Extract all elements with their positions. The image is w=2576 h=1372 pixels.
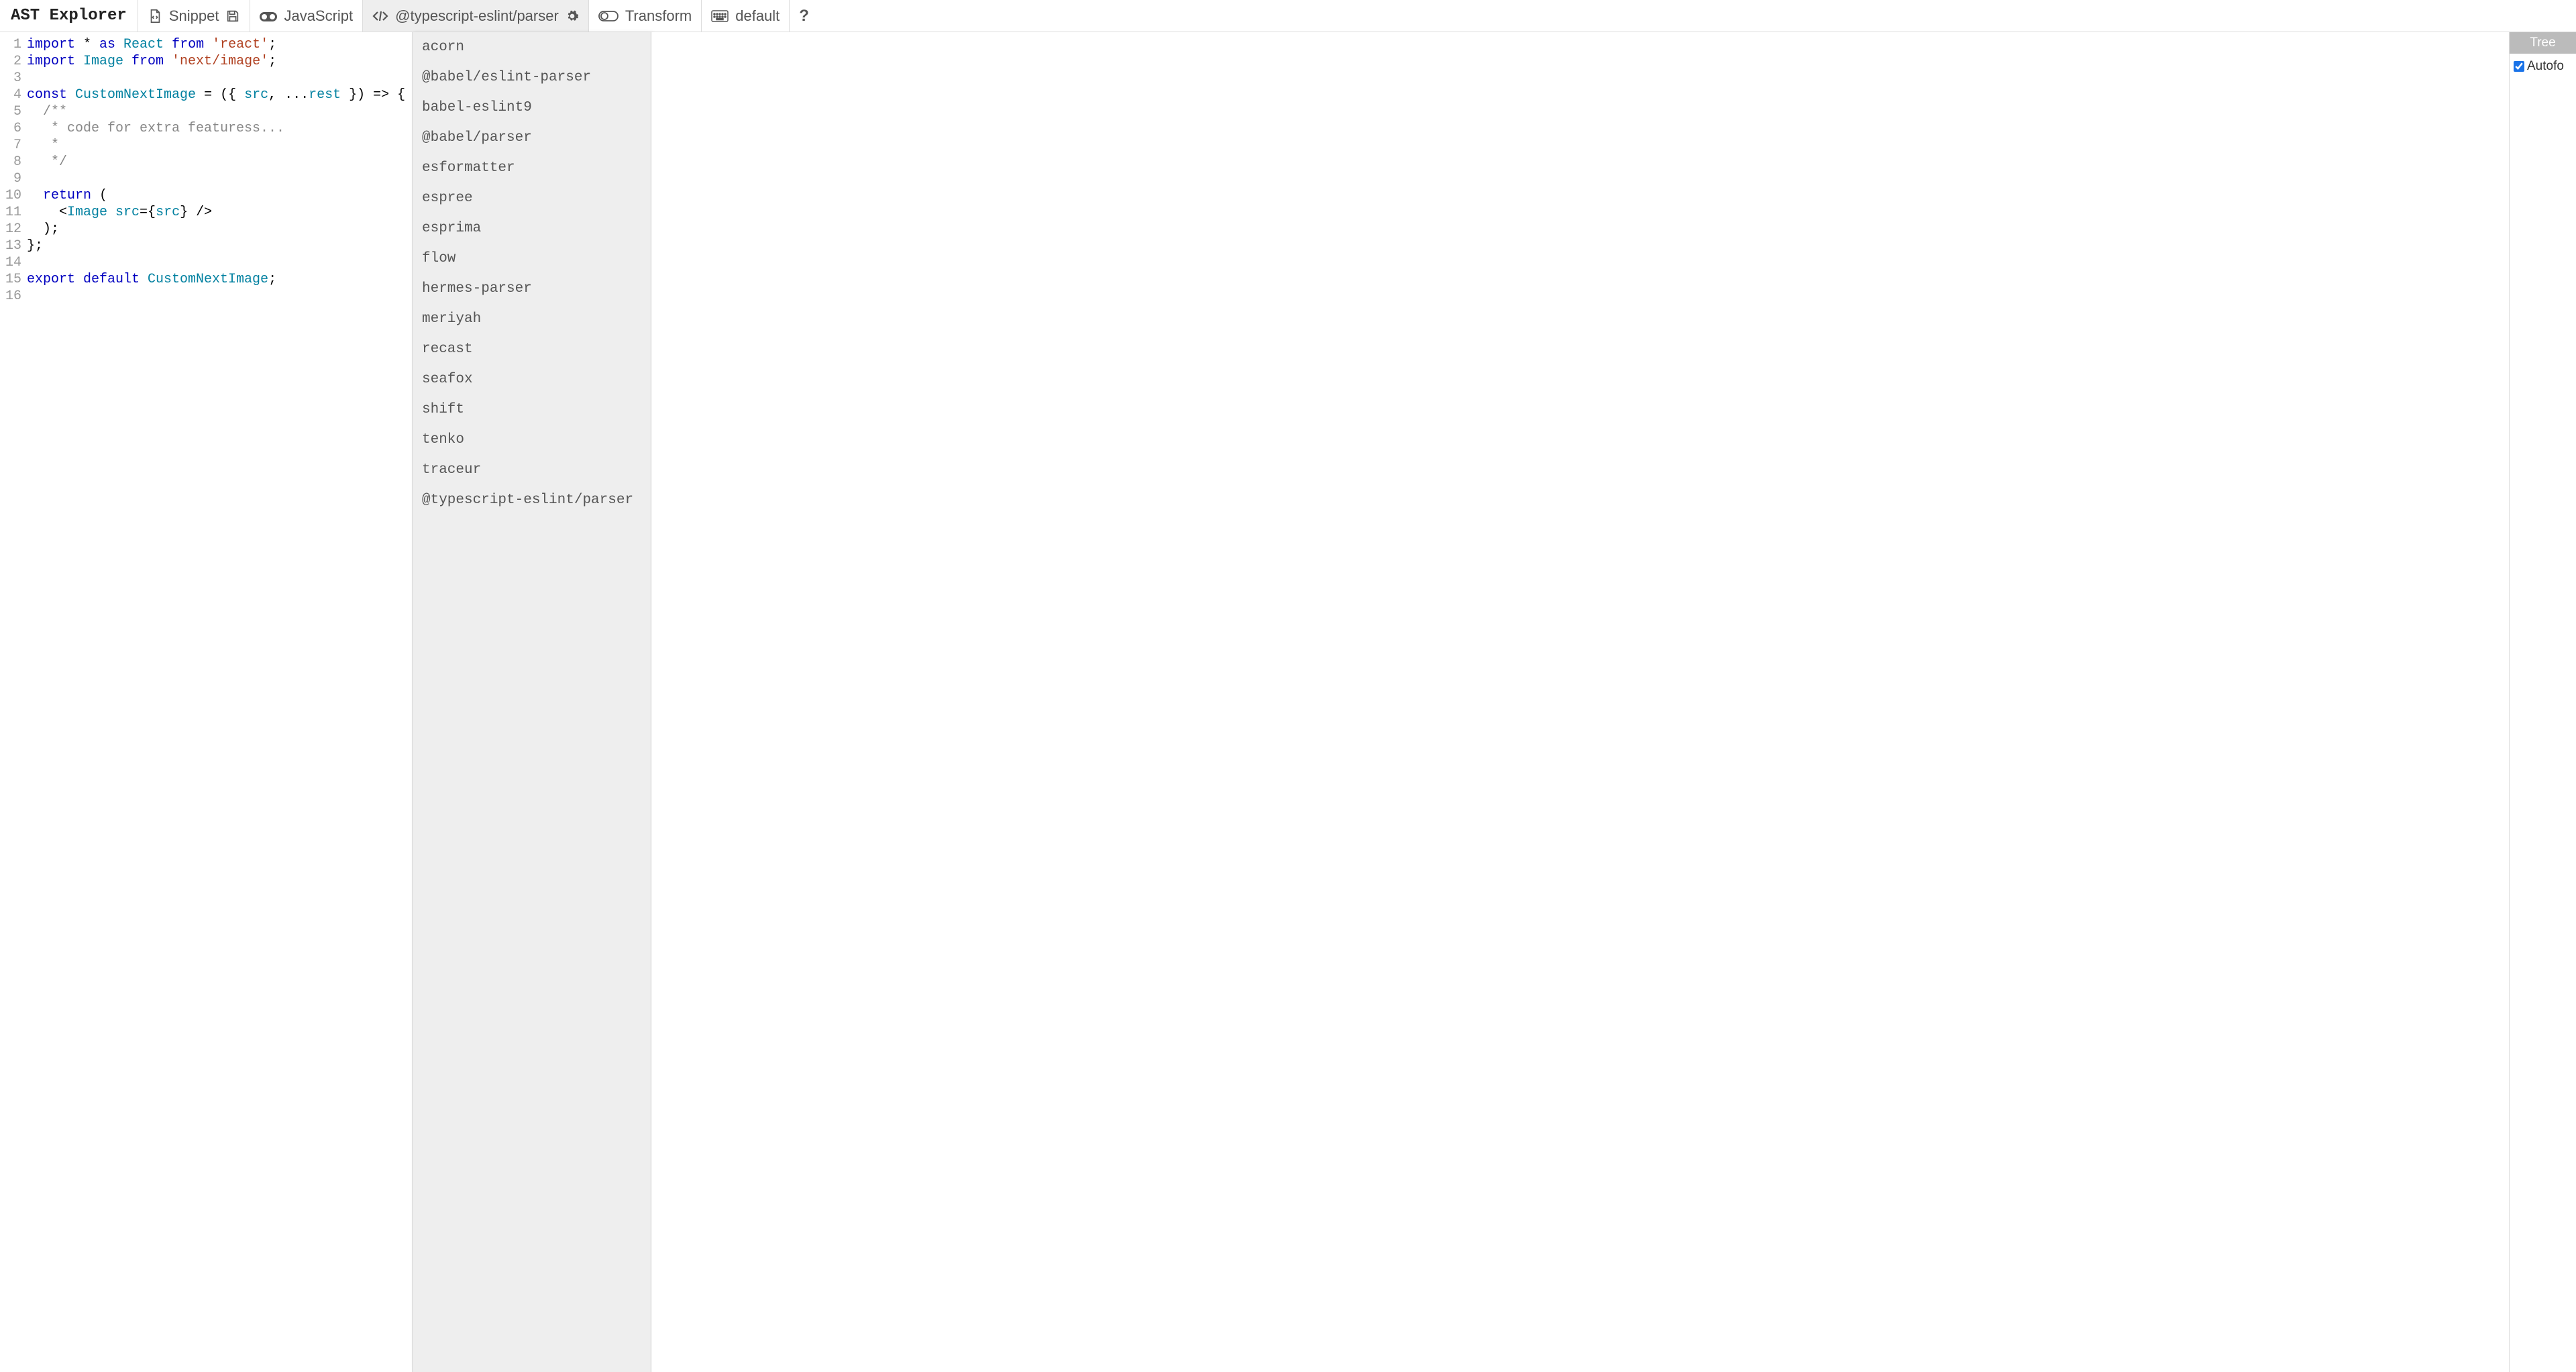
right-panel: Tree Autofo: [2509, 32, 2576, 1372]
parser-option[interactable]: flow: [413, 244, 651, 274]
code-file-icon: [148, 9, 162, 23]
parser-label: @typescript-eslint/parser: [395, 7, 559, 25]
language-icon: [260, 9, 277, 23]
code-icon: [372, 9, 388, 23]
autofocus-checkbox[interactable]: [2514, 61, 2524, 72]
parser-option[interactable]: acorn: [413, 32, 651, 62]
default-menu[interactable]: default: [702, 0, 790, 32]
parser-option[interactable]: seafox: [413, 364, 651, 394]
transform-label: Transform: [625, 7, 692, 25]
gear-icon[interactable]: [566, 9, 579, 23]
parser-option[interactable]: espree: [413, 183, 651, 213]
parser-dropdown[interactable]: acorn@babel/eslint-parserbabel-eslint9@b…: [413, 32, 651, 1372]
parser-option[interactable]: @typescript-eslint/parser: [413, 485, 651, 515]
save-icon: [225, 9, 240, 23]
parser-option[interactable]: recast: [413, 334, 651, 364]
parser-option[interactable]: esformatter: [413, 153, 651, 183]
snippet-menu[interactable]: Snippet: [138, 0, 251, 32]
toggle-off-icon: [598, 9, 619, 23]
parser-menu[interactable]: @typescript-eslint/parser: [363, 0, 589, 32]
autofocus-label: Autofo: [2527, 59, 2564, 74]
tab-tree[interactable]: Tree: [2510, 32, 2576, 54]
parser-option[interactable]: traceur: [413, 455, 651, 485]
parser-option[interactable]: babel-eslint9: [413, 93, 651, 123]
help-button[interactable]: ?: [790, 7, 818, 25]
toolbar: AST Explorer Snippet JavaScript @typescr…: [0, 0, 2576, 32]
parser-option[interactable]: tenko: [413, 425, 651, 455]
keyboard-icon: [711, 10, 729, 22]
parser-option[interactable]: meriyah: [413, 304, 651, 334]
app-logo[interactable]: AST Explorer: [0, 0, 138, 32]
snippet-label: Snippet: [169, 7, 219, 25]
parser-option[interactable]: hermes-parser: [413, 274, 651, 304]
code-editor[interactable]: 1import * as React from 'react'; 2import…: [0, 32, 413, 1372]
parser-option[interactable]: esprima: [413, 213, 651, 244]
language-menu[interactable]: JavaScript: [250, 0, 363, 32]
parser-option[interactable]: shift: [413, 394, 651, 425]
default-label: default: [735, 7, 780, 25]
language-label: JavaScript: [284, 7, 353, 25]
parser-option[interactable]: @babel/parser: [413, 123, 651, 153]
output-pane: [651, 32, 2509, 1372]
autofocus-toggle[interactable]: Autofo: [2510, 54, 2576, 79]
parser-option[interactable]: @babel/eslint-parser: [413, 62, 651, 93]
transform-menu[interactable]: Transform: [589, 0, 702, 32]
